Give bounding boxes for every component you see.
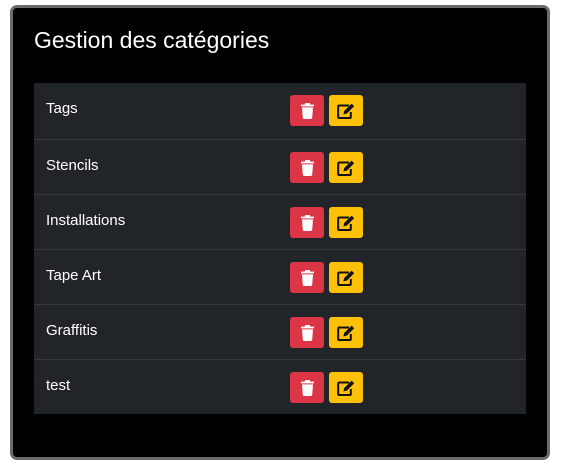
- edit-icon: [337, 325, 355, 341]
- edit-button[interactable]: [329, 317, 363, 348]
- table-row: Installations: [34, 194, 526, 249]
- edit-button[interactable]: [329, 372, 363, 403]
- table-row: Stencils: [34, 139, 526, 194]
- panel-title: Gestion des catégories: [34, 27, 270, 53]
- delete-button[interactable]: [290, 152, 324, 183]
- edit-icon: [337, 103, 355, 119]
- row-actions: [290, 95, 363, 126]
- delete-button[interactable]: [290, 372, 324, 403]
- trash-icon: [300, 102, 314, 119]
- category-management-panel: Gestion des catégories Tags Stencils Ins…: [10, 5, 550, 460]
- trash-icon: [300, 324, 314, 341]
- row-actions: [290, 262, 363, 293]
- table-row: Graffitis: [34, 304, 526, 359]
- edit-button[interactable]: [329, 95, 363, 126]
- row-actions: [290, 152, 363, 183]
- trash-icon: [300, 379, 314, 396]
- row-actions: [290, 207, 363, 238]
- table-row: Tags: [34, 83, 526, 139]
- edit-icon: [337, 160, 355, 176]
- table-row: Tape Art: [34, 249, 526, 304]
- edit-icon: [337, 215, 355, 231]
- category-name: Tape Art: [46, 267, 102, 284]
- edit-button[interactable]: [329, 152, 363, 183]
- category-name: Installations: [46, 212, 126, 229]
- row-actions: [290, 372, 363, 403]
- table-row: test: [34, 359, 526, 414]
- delete-button[interactable]: [290, 317, 324, 348]
- row-actions: [290, 317, 363, 348]
- edit-button[interactable]: [329, 207, 363, 238]
- delete-button[interactable]: [290, 95, 324, 126]
- edit-icon: [337, 270, 355, 286]
- trash-icon: [300, 269, 314, 286]
- delete-button[interactable]: [290, 207, 324, 238]
- category-name: Tags: [46, 100, 78, 117]
- trash-icon: [300, 159, 314, 176]
- category-name: Graffitis: [46, 322, 98, 339]
- category-name: test: [46, 377, 71, 394]
- category-table: Tags Stencils Installations Tape Art Gra…: [34, 83, 526, 414]
- category-name: Stencils: [46, 157, 99, 174]
- edit-button[interactable]: [329, 262, 363, 293]
- trash-icon: [300, 214, 314, 231]
- delete-button[interactable]: [290, 262, 324, 293]
- edit-icon: [337, 380, 355, 396]
